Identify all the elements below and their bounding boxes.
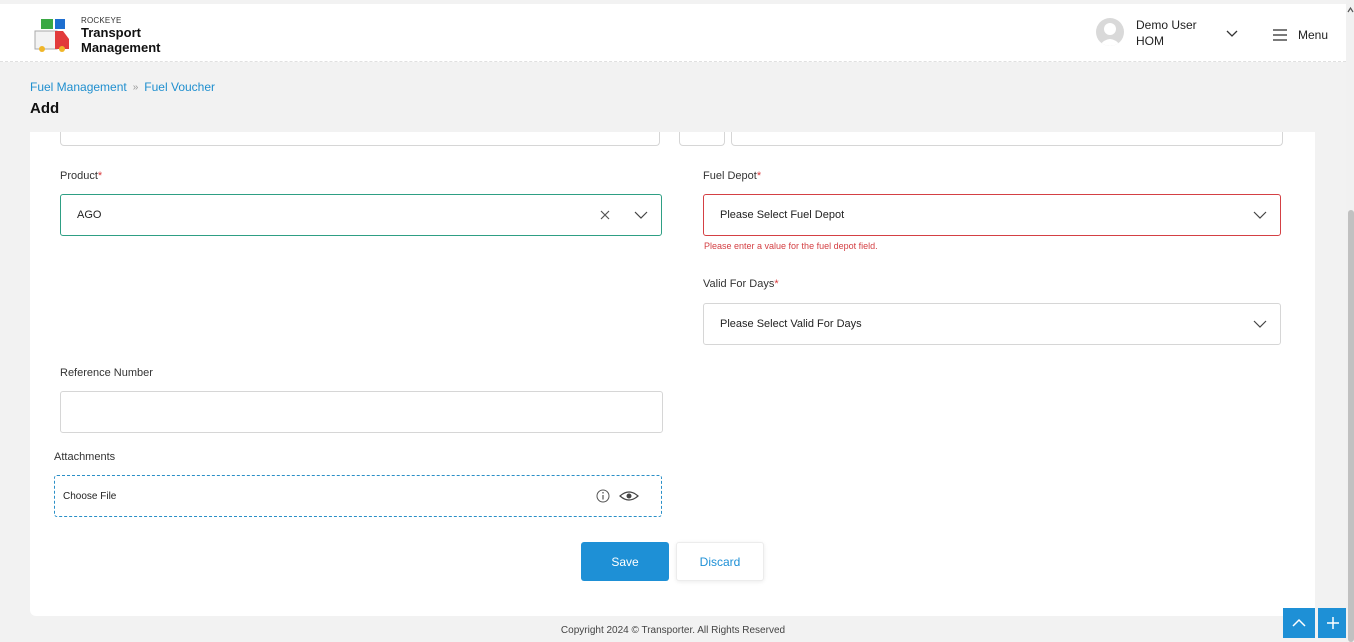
attachments-label: Attachments: [54, 451, 116, 463]
top-header: ROCKEYE Transport Management Demo User H…: [0, 4, 1346, 62]
scroll-up-arrow-icon[interactable]: [1347, 6, 1354, 14]
save-button[interactable]: Save: [581, 542, 669, 581]
info-icon[interactable]: [595, 488, 611, 504]
choose-file-label[interactable]: Choose File: [55, 491, 595, 502]
breadcrumb-separator: »: [132, 81, 139, 93]
brand-name-line2: Management: [81, 40, 161, 55]
footer-copyright: Copyright 2024 © Transporter. All Rights…: [560, 625, 786, 636]
previous-field-prefix[interactable]: [679, 132, 725, 146]
fuel-depot-label: Fuel Depot*: [703, 170, 762, 182]
breadcrumb-fuel-management[interactable]: Fuel Management: [30, 80, 127, 94]
add-button[interactable]: [1318, 608, 1348, 638]
avatar[interactable]: [1096, 18, 1124, 46]
valid-for-days-placeholder: Please Select Valid For Days: [720, 318, 862, 330]
brand-name-line1: Transport: [81, 25, 141, 40]
discard-button[interactable]: Discard: [676, 542, 764, 581]
page-scrollbar-thumb[interactable]: [1348, 210, 1354, 642]
previous-field-input[interactable]: [60, 132, 660, 146]
previous-field-input-right[interactable]: [731, 132, 1283, 146]
user-role: HOM: [1136, 34, 1164, 48]
product-value: AGO: [77, 209, 102, 221]
file-upload-zone[interactable]: Choose File: [54, 475, 662, 517]
fuel-depot-placeholder: Please Select Fuel Depot: [720, 209, 845, 221]
menu-label: Menu: [1298, 28, 1329, 42]
chevron-down-icon[interactable]: [633, 207, 649, 223]
menu-button[interactable]: Menu: [1272, 26, 1328, 44]
clear-icon[interactable]: [597, 207, 613, 223]
chevron-up-icon: [1292, 618, 1306, 627]
valid-for-days-label: Valid For Days*: [703, 278, 779, 290]
chevron-down-icon[interactable]: [1252, 207, 1268, 223]
brand-tagline: ROCKEYE: [81, 16, 122, 25]
product-label: Product*: [60, 170, 103, 182]
valid-for-days-select[interactable]: Please Select Valid For Days: [703, 303, 1281, 345]
chevron-down-icon[interactable]: [1224, 26, 1240, 42]
scroll-to-top-button[interactable]: [1283, 608, 1315, 638]
hamburger-icon: [1273, 29, 1287, 41]
form-card: Product* AGO Fuel Depot* Please Select F…: [30, 132, 1315, 616]
plus-icon: [1327, 617, 1339, 629]
reference-number-label: Reference Number: [60, 367, 153, 379]
app-logo-icon[interactable]: [33, 17, 73, 53]
user-name[interactable]: Demo User: [1136, 18, 1197, 32]
chevron-down-icon[interactable]: [1252, 316, 1268, 332]
eye-icon[interactable]: [619, 488, 639, 504]
fuel-depot-select[interactable]: Please Select Fuel Depot: [703, 194, 1281, 236]
user-avatar-icon: [1099, 23, 1121, 46]
page-title: Add: [30, 100, 60, 117]
reference-number-input[interactable]: [60, 391, 663, 433]
breadcrumb-fuel-voucher[interactable]: Fuel Voucher: [144, 80, 215, 94]
product-select[interactable]: AGO: [60, 194, 662, 236]
breadcrumb: Fuel Management » Fuel Voucher: [30, 80, 215, 94]
fuel-depot-error: Please enter a value for the fuel depot …: [704, 241, 878, 251]
